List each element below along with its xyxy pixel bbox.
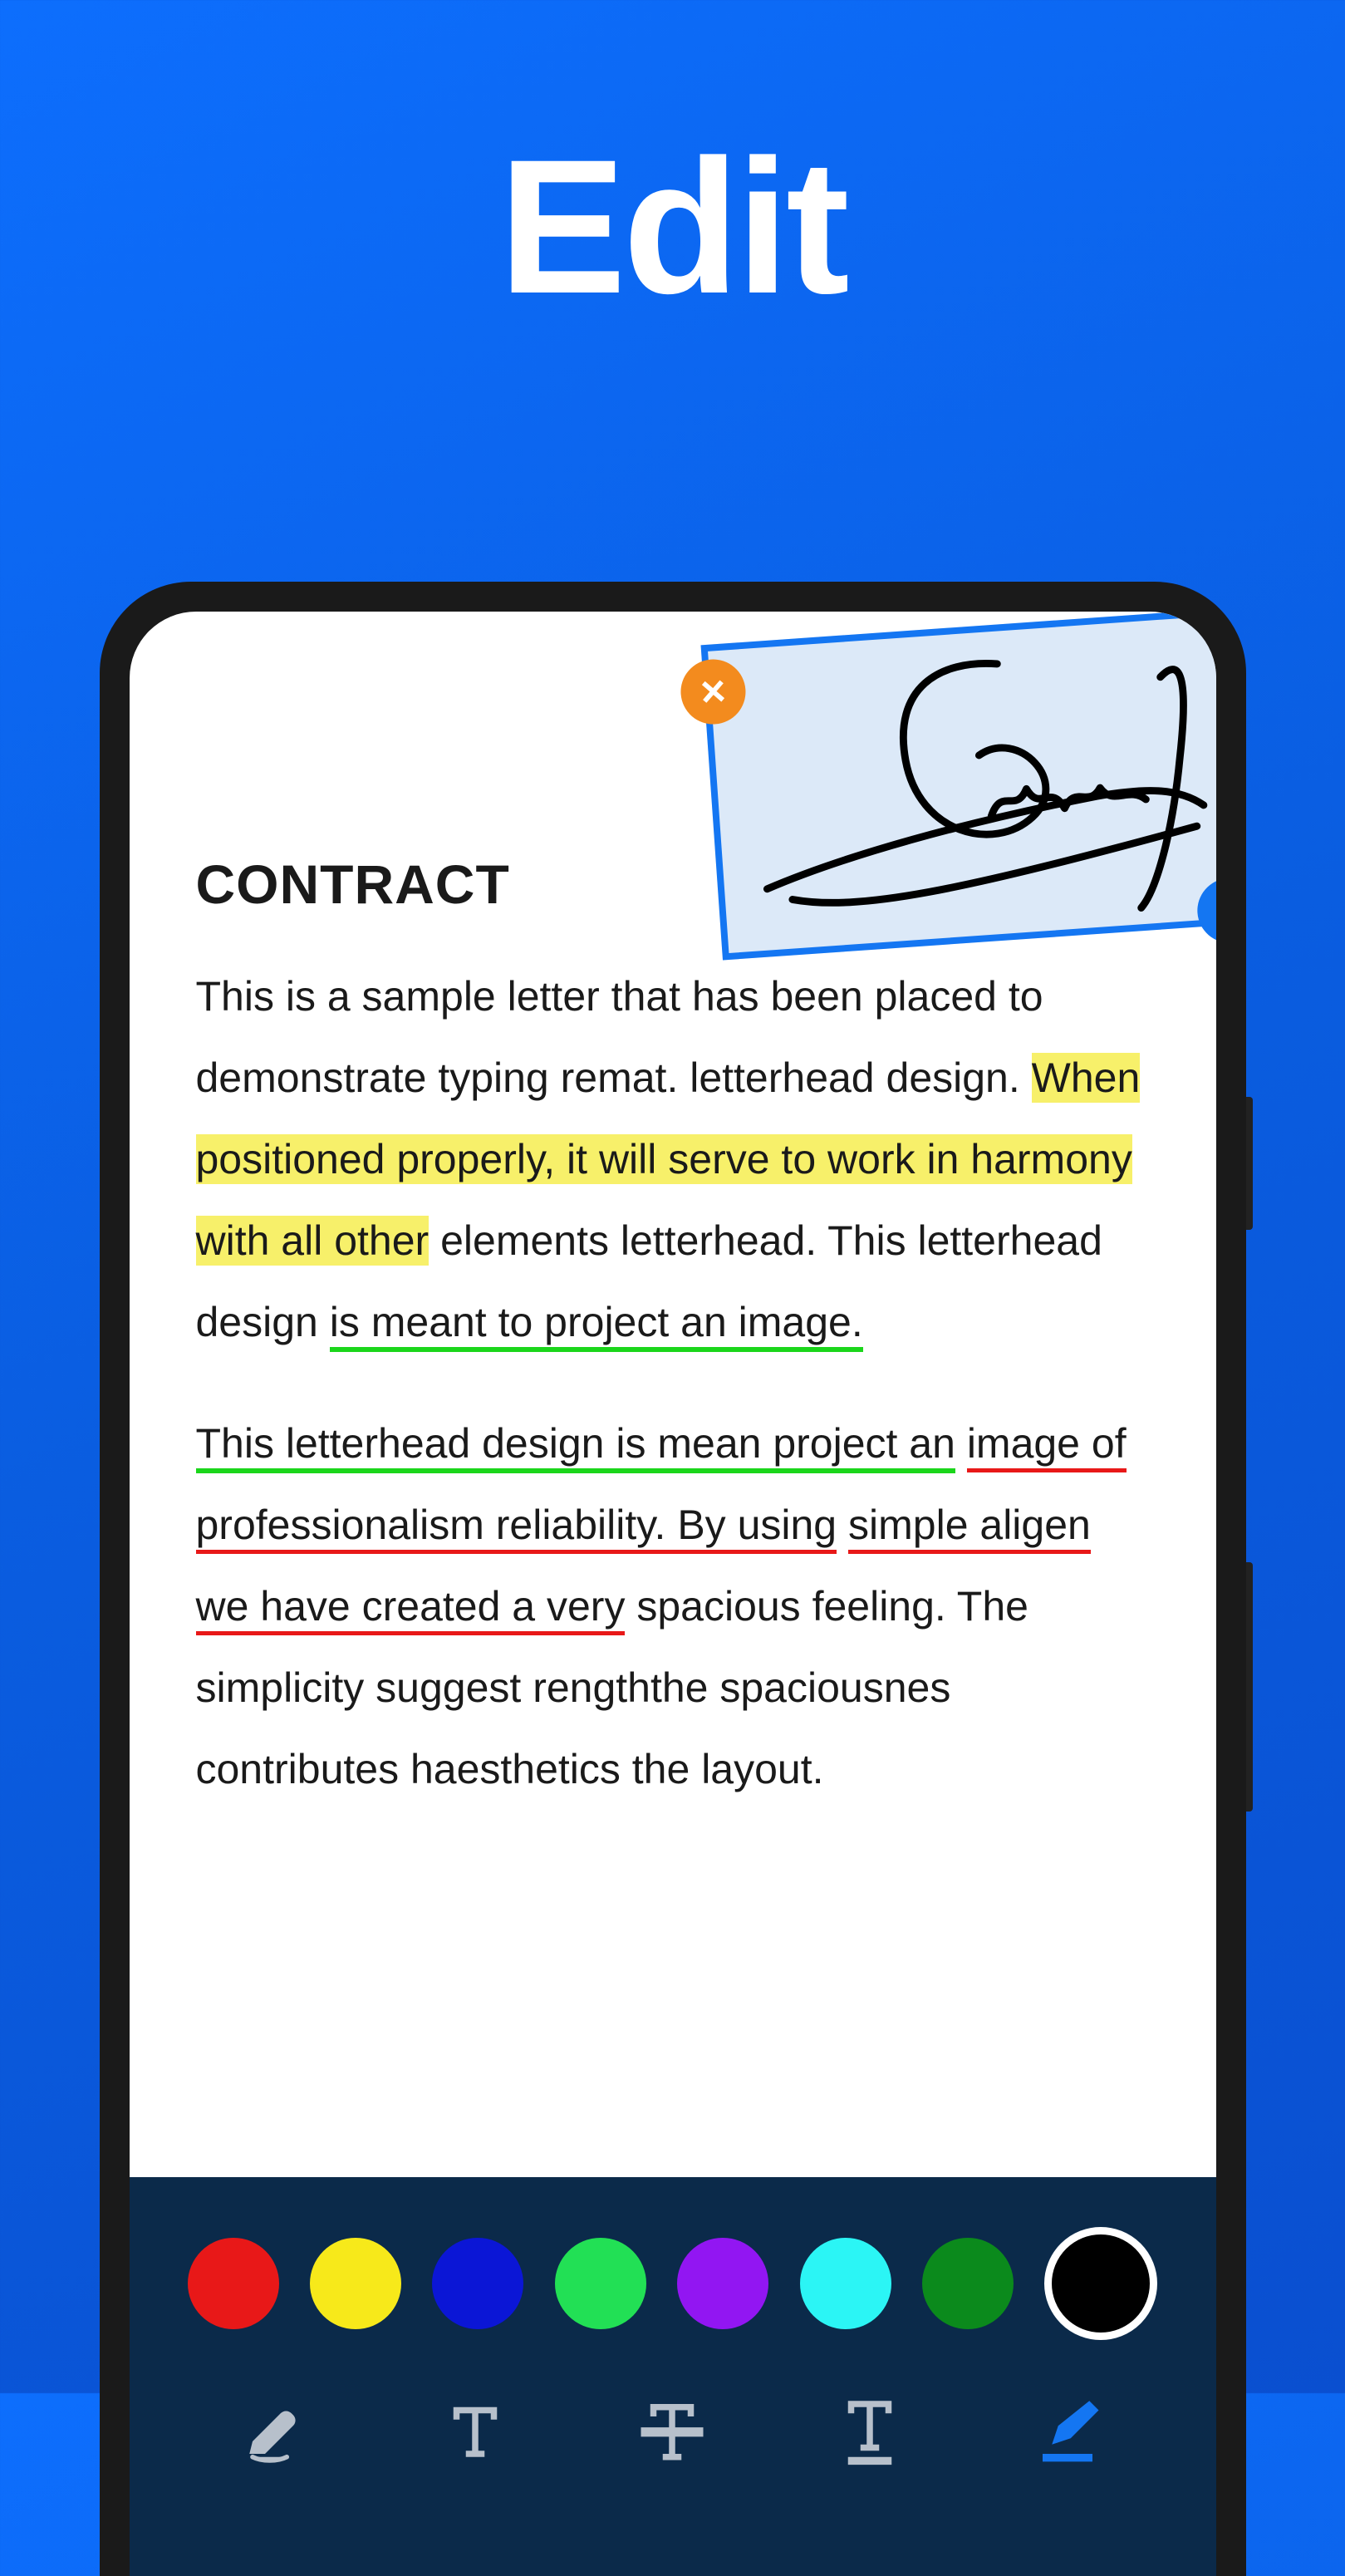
text-plain: This is a sample letter that has been pl… (196, 973, 1043, 1101)
color-swatch-dark-green[interactable] (922, 2238, 1014, 2329)
color-swatch-blue[interactable] (432, 2238, 523, 2329)
paragraph: This is a sample letter that has been pl… (196, 956, 1150, 1363)
phone-screen: CONTRACT This is a sample letter that ha… (130, 612, 1216, 2576)
highlighter-icon (240, 2392, 315, 2466)
color-swatch-purple[interactable] (677, 2238, 768, 2329)
signature-tool[interactable] (1018, 2387, 1117, 2470)
text-plain (955, 1420, 967, 1467)
signature-box[interactable] (700, 612, 1215, 961)
page-title: Edit (0, 116, 1345, 337)
phone-side-button (1246, 1562, 1253, 1812)
text-underlined-green: is meant to project an image. (330, 1299, 863, 1352)
underline-icon (832, 2392, 907, 2466)
text-plain (837, 1502, 848, 1548)
tool-row (130, 2340, 1216, 2576)
color-swatch-black[interactable] (1044, 2227, 1157, 2340)
phone-frame: CONTRACT This is a sample letter that ha… (100, 582, 1246, 2576)
paragraph: This letterhead design is mean project a… (196, 1403, 1150, 1810)
resize-icon (1210, 891, 1215, 930)
underline-tool[interactable] (820, 2387, 920, 2470)
close-icon: × (699, 670, 727, 715)
color-swatch-green[interactable] (555, 2238, 646, 2329)
document-body: This is a sample letter that has been pl… (196, 956, 1150, 1810)
phone-side-button (1246, 1097, 1253, 1230)
signature-object[interactable]: × (700, 612, 1215, 961)
highlighter-tool[interactable] (228, 2387, 327, 2470)
pen-nib-icon (1030, 2392, 1105, 2466)
strikethrough-tool[interactable] (622, 2387, 722, 2470)
annotation-toolbar (130, 2177, 1216, 2576)
color-swatch-cyan[interactable] (800, 2238, 891, 2329)
text-icon (438, 2392, 513, 2466)
color-swatch-red[interactable] (188, 2238, 279, 2329)
color-swatch-row (130, 2177, 1216, 2340)
signature-svg (708, 616, 1216, 953)
color-swatch-yellow[interactable] (310, 2238, 401, 2329)
text-underlined-green: This letterhead design is mean project a… (196, 1420, 955, 1473)
text-tool[interactable] (425, 2387, 525, 2470)
strikethrough-icon (635, 2392, 709, 2466)
